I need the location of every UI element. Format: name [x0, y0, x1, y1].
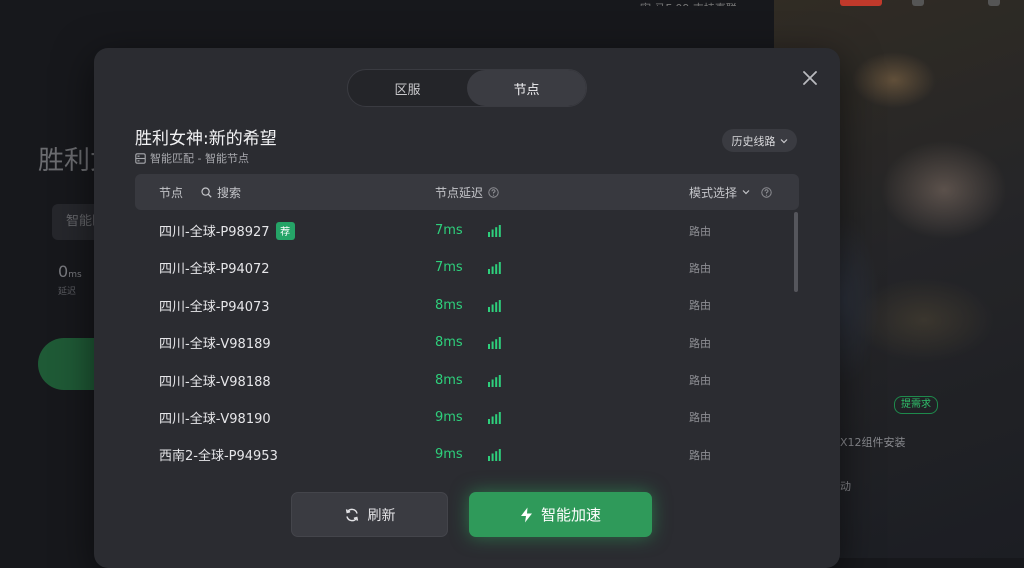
history-routes-button[interactable]: 历史线路 — [722, 129, 797, 152]
refresh-button[interactable]: 刷新 — [291, 492, 448, 537]
node-row[interactable]: 四川-全球-P94073 8ms 路由 — [135, 287, 791, 324]
smart-accelerate-label: 智能加速 — [540, 506, 601, 524]
server-icon — [135, 152, 146, 164]
node-latency: 8ms — [435, 372, 463, 388]
node-select-dialog: 区服 节点 胜利女神:新的希望 智能匹配 - 智能节点 历史线路 节点 搜索 节… — [94, 48, 840, 568]
close-button[interactable] — [798, 66, 822, 90]
signal-strength-icon — [488, 337, 501, 350]
node-latency: 9ms — [435, 447, 463, 463]
node-table-header: 节点 搜索 节点延迟 模式选择 — [135, 174, 799, 210]
close-icon — [803, 71, 817, 85]
node-search-button[interactable]: 搜索 — [201, 174, 241, 210]
node-latency: 8ms — [435, 297, 463, 313]
top-icon[interactable] — [912, 0, 924, 6]
node-mode: 路由 — [689, 261, 711, 275]
game-title: 胜利女神:新的希望 — [135, 129, 277, 149]
node-row[interactable]: 四川-全球-V98189 8ms 路由 — [135, 324, 791, 361]
signal-strength-icon — [488, 225, 501, 237]
background-latency-label: 延迟 — [58, 287, 77, 297]
node-mode: 路由 — [689, 448, 711, 462]
signal-strength-icon — [488, 374, 501, 387]
signal-strength-icon — [488, 411, 501, 424]
history-routes-label: 历史线路 — [731, 134, 776, 148]
tab-node[interactable]: 节点 — [467, 70, 586, 106]
node-latency: 8ms — [435, 335, 463, 351]
node-mode: 路由 — [689, 299, 711, 313]
node-mode: 路由 — [689, 374, 711, 388]
background-info-line: X12组件安装 — [840, 436, 906, 449]
node-name: 四川-全球-P94072 — [159, 262, 270, 278]
node-mode: 路由 — [689, 411, 711, 425]
signal-strength-icon — [488, 262, 501, 275]
top-icon[interactable] — [988, 0, 1000, 6]
background-latency: 0ms — [58, 262, 82, 281]
signal-strength-icon — [488, 299, 501, 312]
node-row[interactable]: 四川-全球-V98188 8ms 路由 — [135, 362, 791, 399]
node-name-cell: 四川-全球-P98927 荐 — [159, 212, 295, 249]
smart-accelerate-button[interactable]: 智能加速 — [469, 492, 652, 537]
match-subtitle: 智能匹配 - 智能节点 — [135, 150, 249, 166]
background-info-line: 动 — [840, 480, 851, 493]
lightning-icon — [520, 507, 532, 522]
node-name-cell: 四川-全球-V98188 — [159, 362, 271, 399]
column-node: 节点 — [159, 185, 184, 200]
node-name: 四川-全球-P94073 — [159, 299, 270, 315]
node-name-cell: 四川-全球-V98190 — [159, 399, 271, 436]
tab-region[interactable]: 区服 — [348, 70, 467, 106]
request-tag[interactable]: 提需求 — [894, 396, 938, 414]
node-name: 四川-全球-V98188 — [159, 374, 271, 390]
background-start-button[interactable] — [38, 338, 98, 390]
column-mode-label: 模式选择 — [689, 185, 738, 200]
node-mode: 路由 — [689, 224, 711, 238]
search-label: 搜索 — [217, 185, 242, 200]
scrollbar[interactable] — [794, 212, 798, 292]
refresh-icon — [345, 508, 358, 521]
chevron-down-icon — [780, 138, 787, 143]
node-row[interactable]: 西南2-全球-P94953 9ms 路由 — [135, 436, 791, 473]
node-latency: 7ms — [435, 223, 463, 238]
node-name-cell: 四川-全球-V98189 — [159, 324, 271, 361]
refresh-label: 刷新 — [367, 507, 396, 524]
node-name: 西南2-全球-P94953 — [159, 449, 278, 465]
signal-strength-icon — [488, 449, 501, 462]
column-latency-label: 节点延迟 — [435, 185, 484, 200]
node-name-cell: 四川-全球-P94073 — [159, 287, 270, 324]
tab-switcher: 区服 节点 — [347, 69, 587, 107]
node-latency: 9ms — [435, 409, 463, 425]
node-name: 四川-全球-P98927 — [159, 225, 270, 240]
match-subtitle-text: 智能匹配 - 智能节点 — [150, 152, 249, 165]
node-mode: 路由 — [689, 336, 711, 350]
search-icon — [201, 186, 212, 198]
column-latency: 节点延迟 — [435, 174, 499, 210]
node-name: 四川-全球-V98189 — [159, 337, 271, 353]
node-name: 四川-全球-V98190 — [159, 411, 271, 427]
top-search-hint[interactable]: 宪·马F·09 支持直联 — [640, 0, 770, 6]
help-icon[interactable] — [761, 186, 772, 198]
node-row[interactable]: 四川-全球-P94072 7ms 路由 — [135, 249, 791, 286]
recommended-badge: 荐 — [275, 221, 295, 240]
chevron-down-icon — [742, 190, 750, 195]
node-name-cell: 四川-全球-P94072 — [159, 249, 270, 286]
node-list: 四川-全球-P98927 荐 7ms 路由 四川-全球-P94072 7ms 路由… — [135, 212, 791, 474]
help-icon[interactable] — [488, 186, 499, 198]
node-row[interactable]: 四川-全球-V98190 9ms 路由 — [135, 399, 791, 436]
background-game-title: 胜利女神:新的希望 — [38, 146, 96, 176]
node-row[interactable]: 四川-全球-P98927 荐 7ms 路由 — [135, 212, 791, 249]
top-badge — [840, 0, 882, 6]
mode-select-dropdown[interactable]: 模式选择 — [689, 174, 772, 210]
node-name-cell: 西南2-全球-P94953 — [159, 436, 278, 473]
node-latency: 7ms — [435, 260, 463, 276]
